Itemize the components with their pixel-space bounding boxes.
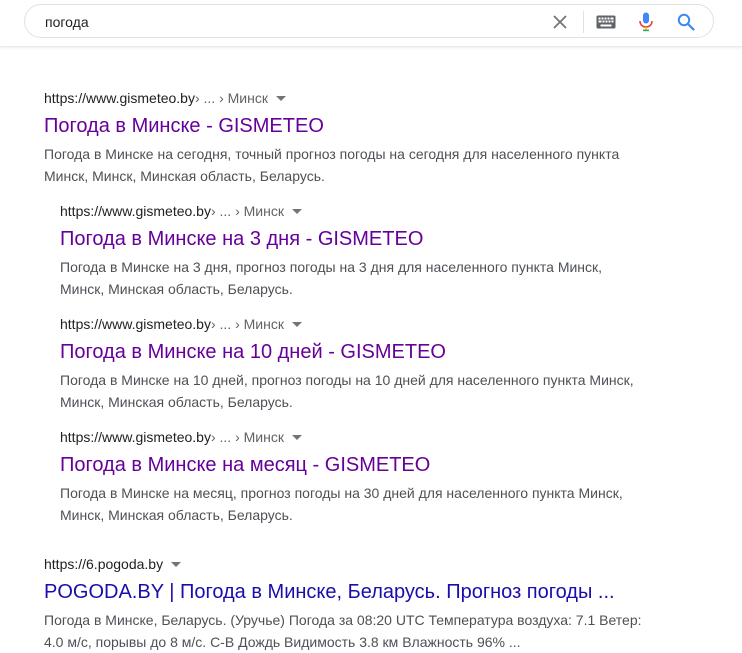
result-options-caret-icon[interactable] (171, 561, 182, 567)
result-snippet: Погода в Минске на месяц, прогноз погоды… (60, 482, 700, 526)
result-url-domain: https://www.gismeteo.by (60, 429, 211, 445)
result-url-domain: https://www.gismeteo.by (60, 316, 211, 332)
search-result-sitelink: https://www.gismeteo.by › ... › Минск По… (60, 315, 700, 413)
search-result: https://www.gismeteo.by › ... › Минск По… (44, 89, 684, 187)
result-url: https://6.pogoda.by (44, 555, 684, 573)
result-options-caret-icon[interactable] (275, 95, 286, 101)
search-icon (677, 13, 695, 31)
snippet-line: Погода в Минске на сегодня, точный прогн… (44, 146, 620, 162)
result-options-caret-icon[interactable] (291, 434, 302, 440)
result-url: https://www.gismeteo.by › ... › Минск (60, 428, 700, 446)
search-box-divider (583, 11, 584, 33)
voice-search-button[interactable] (635, 10, 657, 34)
keyboard-icon (596, 15, 616, 29)
search-result: https://6.pogoda.by POGODA.BY | Погода в… (44, 555, 684, 653)
snippet-line: Минск, Минская область, Беларусь. (60, 507, 293, 523)
result-title-link[interactable]: Погода в Минске - GISMETEO (44, 113, 684, 139)
snippet-line: 4.0 м/с, порывы до 8 м/с. С-В Дождь Види… (44, 634, 521, 650)
result-url-domain: https://6.pogoda.by (44, 556, 164, 572)
result-title-link[interactable]: Погода в Минске на 10 дней - GISMETEO (60, 339, 700, 365)
result-title-link[interactable]: POGODA.BY | Погода в Минске, Беларусь. П… (44, 579, 684, 605)
search-result-sitelink: https://www.gismeteo.by › ... › Минск По… (60, 202, 700, 300)
result-url-breadcrumb: › ... › Минск (210, 316, 284, 332)
result-snippet: Погода в Минске на 3 дня, прогноз погоды… (60, 256, 700, 300)
search-button[interactable] (675, 11, 697, 33)
search-input[interactable] (45, 11, 525, 33)
result-url: https://www.gismeteo.by › ... › Минск (60, 315, 700, 333)
snippet-line: Погода в Минске, Беларусь. (Уручье) Пого… (44, 612, 642, 628)
result-url-breadcrumb: › ... › Минск (194, 90, 268, 106)
result-options-caret-icon[interactable] (291, 321, 302, 327)
snippet-line: Минск, Минская область, Беларусь. (60, 394, 293, 410)
result-options-caret-icon[interactable] (291, 208, 302, 214)
result-url: https://www.gismeteo.by › ... › Минск (60, 202, 700, 220)
result-title-link[interactable]: Погода в Минске на месяц - GISMETEO (60, 452, 700, 478)
search-result-sitelink: https://www.gismeteo.by › ... › Минск По… (60, 428, 700, 526)
snippet-line: Погода в Минске на месяц, прогноз погоды… (60, 485, 623, 501)
result-url-breadcrumb: › ... › Минск (210, 429, 284, 445)
result-snippet: Погода в Минске на сегодня, точный прогн… (44, 143, 684, 187)
result-snippet: Погода в Минске, Беларусь. (Уручье) Пого… (44, 609, 684, 653)
snippet-line: Минск, Минск, Минская область, Беларусь. (44, 168, 325, 184)
microphone-icon (639, 12, 653, 32)
result-snippet: Погода в Минске на 10 дней, прогноз пого… (60, 369, 700, 413)
result-title-link[interactable]: Погода в Минске на 3 дня - GISMETEO (60, 226, 700, 252)
search-header (0, 0, 742, 47)
result-url-domain: https://www.gismeteo.by (44, 90, 195, 106)
result-url: https://www.gismeteo.by › ... › Минск (44, 89, 684, 107)
close-icon (553, 15, 567, 29)
snippet-line: Погода в Минске на 3 дня, прогноз погоды… (60, 259, 603, 275)
keyboard-button[interactable] (595, 11, 617, 33)
snippet-line: Погода в Минске на 10 дней, прогноз пого… (60, 372, 634, 388)
search-box (24, 4, 714, 38)
clear-button[interactable] (549, 11, 571, 33)
snippet-line: Минск, Минская область, Беларусь. (60, 281, 293, 297)
result-url-domain: https://www.gismeteo.by (60, 203, 211, 219)
result-url-breadcrumb: › ... › Минск (210, 203, 284, 219)
